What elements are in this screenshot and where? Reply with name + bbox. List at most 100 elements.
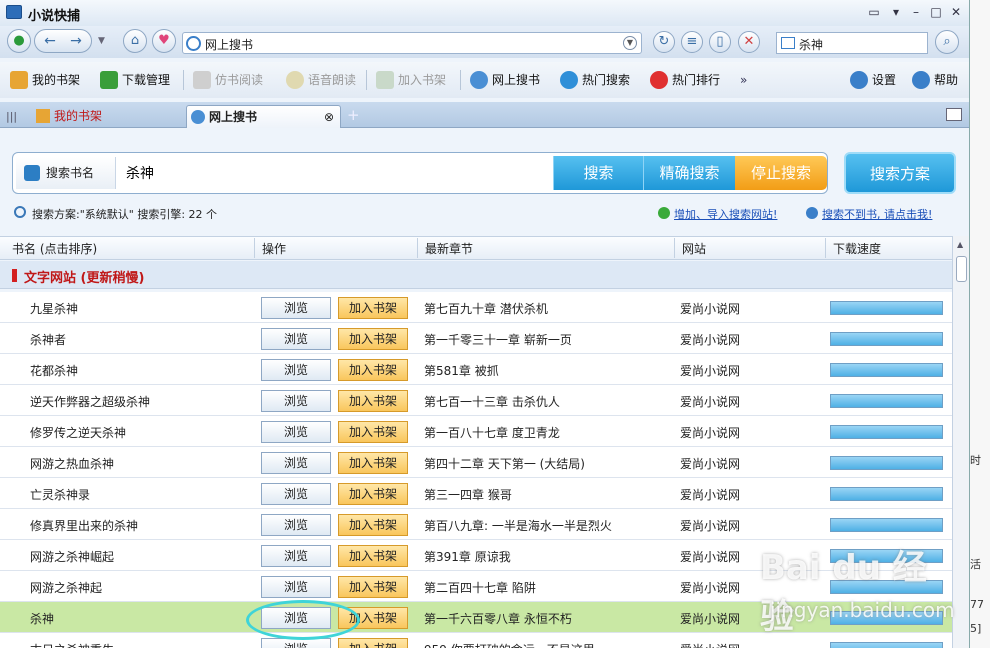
maximize-button[interactable]: □ — [928, 5, 944, 19]
minimize-button[interactable]: – — [908, 5, 924, 19]
book-name[interactable]: 九星杀神 — [30, 300, 78, 317]
add-to-shelf-button[interactable]: 加入书架 — [338, 328, 408, 350]
restore-panel-icon[interactable] — [946, 108, 962, 121]
table-row[interactable]: 修罗传之逆天杀神 浏览 加入书架 第一百八十七章 度卫青龙 爱尚小说网 — [0, 416, 952, 447]
book-name[interactable]: 末日之杀神重生 — [30, 641, 114, 648]
add-site-link[interactable]: 增加、导入搜索网站! — [658, 206, 777, 222]
search-type-selector[interactable]: 搜索书名 — [16, 157, 116, 189]
user-icon[interactable]: ● — [7, 29, 31, 53]
gear-icon — [850, 71, 868, 89]
add-to-shelf-button[interactable]: 加入书架 — [338, 483, 408, 505]
add-to-shelf-button[interactable]: 加入书架 — [338, 359, 408, 381]
home-icon[interactable]: ⌂ — [123, 29, 147, 53]
table-row[interactable]: 花都杀神 浏览 加入书架 第581章 被抓 爱尚小说网 — [0, 354, 952, 385]
site-name: 爱尚小说网 — [680, 364, 741, 378]
toolbar-add-shelf[interactable]: 加入书架 — [376, 70, 446, 90]
search-input[interactable] — [120, 157, 552, 189]
group-title: 文字网站 (更新稍慢) — [24, 271, 145, 286]
tab-online-search[interactable]: 网上搜书 ⊗ — [186, 105, 341, 128]
add-to-shelf-button[interactable]: 加入书架 — [338, 514, 408, 536]
watermark: Bai du 经验 jingyan.baidu.com — [760, 548, 955, 637]
browse-button[interactable]: 浏览 — [261, 390, 331, 412]
search-button[interactable]: 搜索 — [553, 156, 643, 190]
url-dropdown-icon[interactable]: ▼ — [623, 36, 637, 50]
book-name[interactable]: 网游之热血杀神 — [30, 455, 114, 472]
col-book-name[interactable]: 书名 (点击排序) — [12, 240, 97, 257]
menu-icon[interactable]: ▾ — [888, 5, 904, 19]
toolbar-hot-ranking[interactable]: 热门排行 — [650, 70, 720, 90]
table-row[interactable]: 网游之热血杀神 浏览 加入书架 第四十二章 天下第一 (大结局) 爱尚小说网 — [0, 447, 952, 478]
book-name[interactable]: 亡灵杀神录 — [30, 486, 90, 503]
search-book-icon — [24, 165, 40, 181]
tab-my-shelf[interactable]: 我的书架 — [32, 105, 180, 128]
browse-button[interactable]: 浏览 — [261, 297, 331, 319]
toolbar-more[interactable]: » — [740, 70, 747, 90]
book-name[interactable]: 网游之杀神起 — [30, 579, 102, 596]
table-row[interactable]: 修真界里出来的杀神 浏览 加入书架 第百八九章: 一半是海水一半是烈火 爱尚小说网 — [0, 509, 952, 540]
tab-list-icon[interactable]: ||| — [6, 110, 17, 123]
search-icon[interactable]: ⌕ — [935, 30, 959, 54]
browse-button[interactable]: 浏览 — [261, 576, 331, 598]
chat-icon[interactable]: ▭ — [866, 5, 882, 19]
book-name[interactable]: 网游之杀神崛起 — [30, 548, 114, 565]
toolbar-settings[interactable]: 设置 — [850, 70, 896, 90]
add-to-shelf-button[interactable]: 加入书架 — [338, 576, 408, 598]
toolbar-online-search[interactable]: 网上搜书 — [470, 70, 540, 90]
tab-close-icon[interactable]: ⊗ — [324, 106, 334, 128]
scroll-up-icon[interactable]: ▲ — [957, 240, 963, 249]
help-search-link[interactable]: 搜索不到书, 请点击我! — [806, 206, 932, 222]
book-name[interactable]: 修真界里出来的杀神 — [30, 517, 138, 534]
add-to-shelf-button[interactable]: 加入书架 — [338, 638, 408, 648]
list-icon[interactable]: ≡ — [681, 31, 703, 53]
latest-chapter: 第391章 原谅我 — [424, 550, 511, 564]
add-to-shelf-button[interactable]: 加入书架 — [338, 390, 408, 412]
toolbar-my-shelf[interactable]: 我的书架 — [10, 70, 80, 90]
browse-button[interactable]: 浏览 — [261, 421, 331, 443]
site-name: 爱尚小说网 — [680, 457, 741, 471]
add-to-shelf-button[interactable]: 加入书架 — [338, 452, 408, 474]
close-button[interactable]: ✕ — [948, 5, 964, 19]
browse-button[interactable]: 浏览 — [261, 514, 331, 536]
book-name[interactable]: 杀神 — [30, 610, 54, 627]
table-row[interactable]: 九星杀神 浏览 加入书架 第七百九十章 潜伏杀机 爱尚小说网 — [0, 292, 952, 323]
toolbar-download-manager[interactable]: 下载管理 — [100, 70, 170, 90]
new-tab-icon[interactable]: + — [347, 106, 360, 124]
browse-button[interactable]: 浏览 — [261, 359, 331, 381]
exact-search-button[interactable]: 精确搜索 — [643, 156, 735, 190]
latest-chapter: 第一千六百零八章 永恒不朽 — [424, 612, 572, 626]
add-to-shelf-button[interactable]: 加入书架 — [338, 297, 408, 319]
browse-button[interactable]: 浏览 — [261, 328, 331, 350]
book-name[interactable]: 修罗传之逆天杀神 — [30, 424, 126, 441]
book-name[interactable]: 逆天作弊器之超级杀神 — [30, 393, 150, 410]
browse-button[interactable]: 浏览 — [261, 545, 331, 567]
search-plan-button[interactable]: 搜索方案 — [844, 152, 956, 194]
book-name[interactable]: 杀神者 — [30, 331, 66, 348]
refresh-icon[interactable]: ↻ — [653, 31, 675, 53]
speed-fill — [831, 643, 942, 648]
book-name[interactable]: 花都杀神 — [30, 362, 78, 379]
forward-icon[interactable]: → — [65, 33, 87, 49]
table-row[interactable]: 逆天作弊器之超级杀神 浏览 加入书架 第七百一十三章 击杀仇人 爱尚小说网 — [0, 385, 952, 416]
help-icon — [912, 71, 930, 89]
add-to-shelf-button[interactable]: 加入书架 — [338, 421, 408, 443]
toolbar-voice-read[interactable]: 语音朗读 — [286, 70, 356, 90]
stop-search-button[interactable]: 停止搜索 — [735, 156, 827, 190]
toolbar-help[interactable]: 帮助 — [912, 70, 958, 90]
add-to-shelf-button[interactable]: 加入书架 — [338, 545, 408, 567]
favorite-icon[interactable]: ♥ — [152, 29, 176, 53]
table-row[interactable]: 杀神者 浏览 加入书架 第一千零三十一章 崭新一页 爱尚小说网 — [0, 323, 952, 354]
col-speed: 下载速度 — [833, 242, 882, 256]
stop-icon[interactable]: ✕ — [738, 31, 760, 53]
page-view-icon[interactable]: ▯ — [709, 31, 731, 53]
history-dropdown-icon[interactable]: ▼ — [98, 36, 105, 46]
browse-button[interactable]: 浏览 — [261, 483, 331, 505]
search-engine-icon — [781, 37, 795, 49]
browse-button[interactable]: 浏览 — [261, 452, 331, 474]
toolbar-read[interactable]: 仿书阅读 — [193, 70, 263, 90]
toolbar-hot-search[interactable]: 热门搜索 — [560, 70, 630, 90]
url-box[interactable]: 网上搜书 ▼ — [182, 32, 642, 54]
quick-search-box[interactable]: 杀神 — [776, 32, 928, 54]
back-icon[interactable]: ← — [39, 33, 61, 49]
scroll-thumb[interactable] — [956, 256, 967, 282]
table-row[interactable]: 亡灵杀神录 浏览 加入书架 第三一四章 猴哥 爱尚小说网 — [0, 478, 952, 509]
